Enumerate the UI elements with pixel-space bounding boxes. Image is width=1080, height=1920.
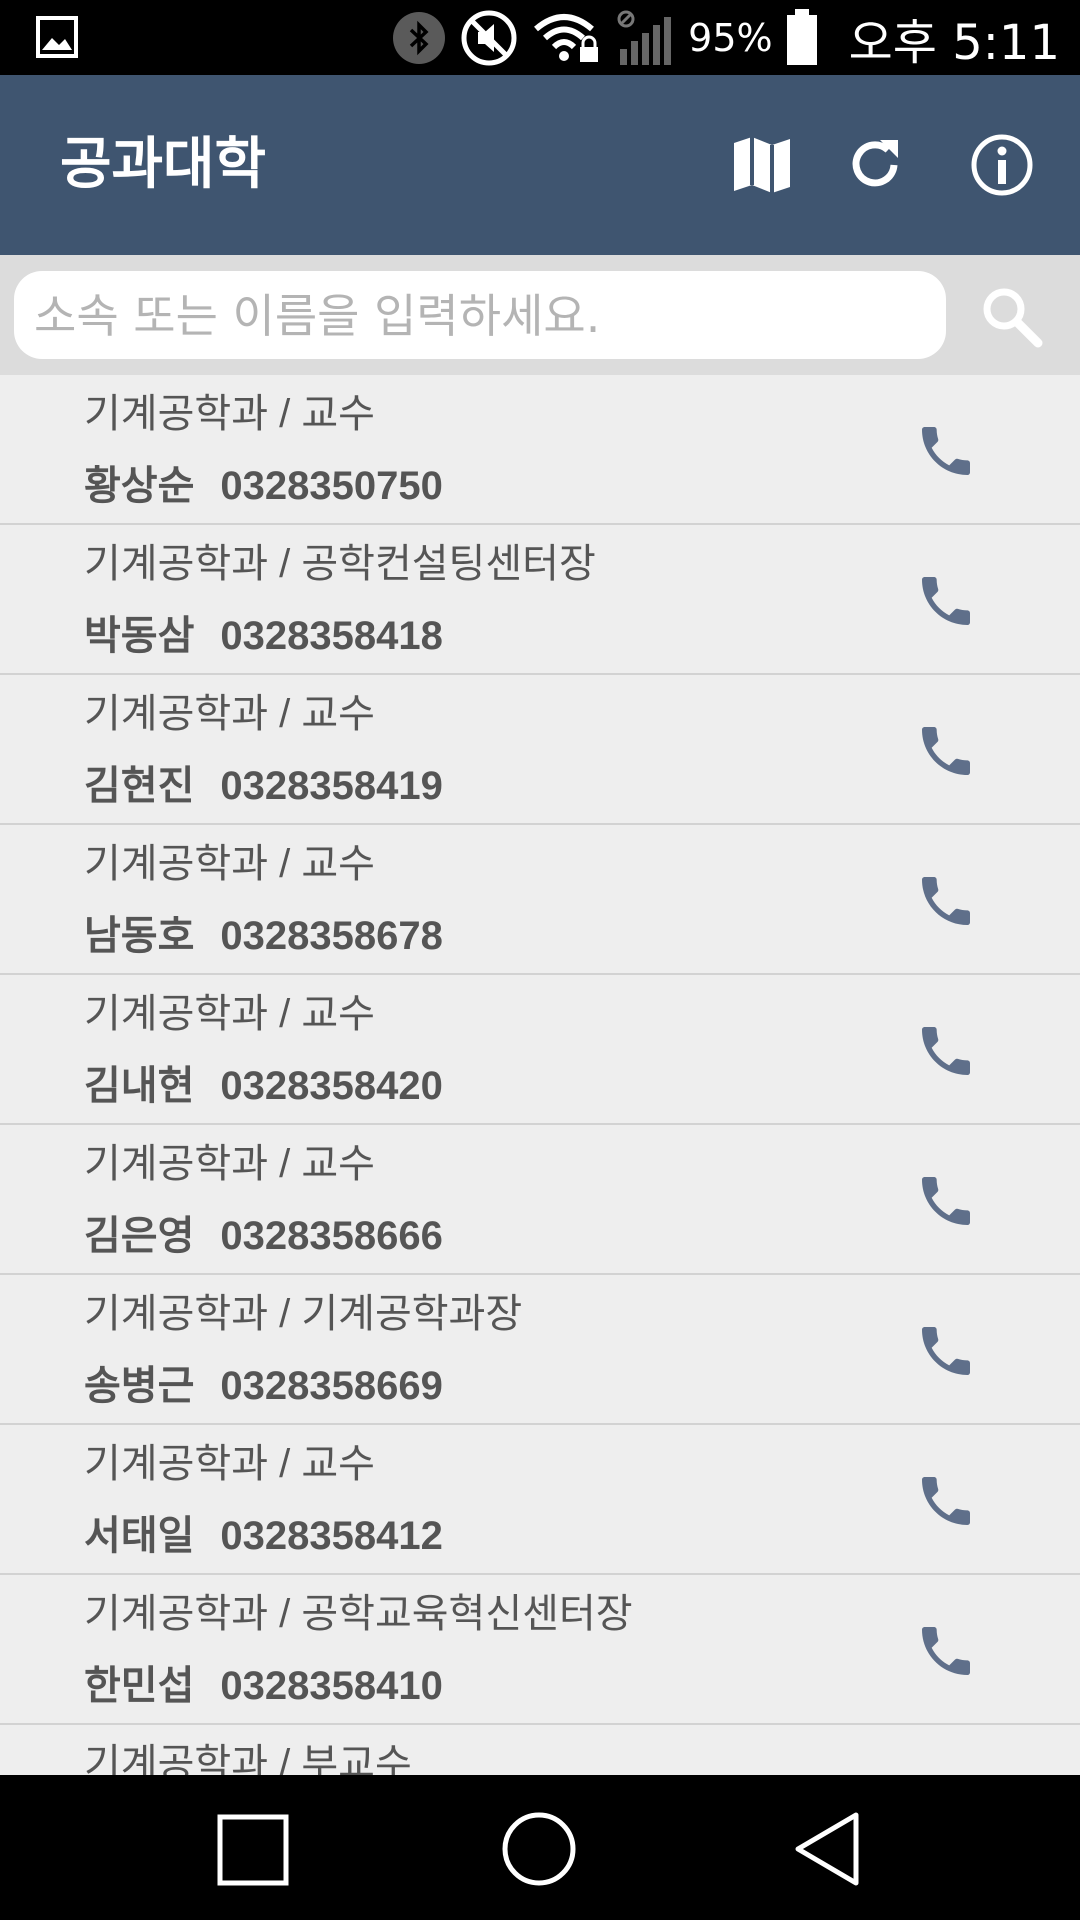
contact-phone: 0328358678 [220, 914, 443, 958]
contact-phone: 0328350750 [220, 464, 443, 508]
contact-info: 황상순 0328350750 [84, 453, 443, 511]
refresh-icon[interactable] [842, 131, 910, 199]
status-clock: 오후 5:11 [848, 14, 1060, 71]
signal-icon [617, 10, 672, 65]
navigation-bar [0, 1775, 1080, 1920]
contact-row[interactable]: 기계공학과 / 기계공학과장송병근 0328358669 [0, 1275, 1080, 1425]
phone-icon[interactable] [914, 1619, 978, 1683]
contact-info: 남동호 0328358678 [84, 903, 443, 961]
contact-row[interactable]: 기계공학과 / 공학교육혁신센터장한민섭 0328358410 [0, 1575, 1080, 1725]
contact-name: 김현진 [84, 764, 195, 808]
contact-info: 한민섭 0328358410 [84, 1653, 443, 1711]
battery-percent: 95% [688, 15, 773, 60]
contact-phone: 0328358418 [220, 614, 443, 658]
contact-dept: 기계공학과 / 교수 [84, 692, 375, 736]
contact-row[interactable]: 기계공학과 / 공학컨설팅센터장박동삼 0328358418 [0, 525, 1080, 675]
recent-apps-icon[interactable] [214, 1809, 294, 1889]
page-title: 공과대학 [60, 132, 267, 197]
contact-name: 김내현 [84, 1064, 195, 1108]
contact-phone: 0328358669 [220, 1364, 443, 1408]
contact-name: 한민섭 [84, 1664, 195, 1708]
contact-row[interactable]: 기계공학과 / 교수김은영 0328358666 [0, 1125, 1080, 1275]
contact-phone: 0328358419 [220, 764, 443, 808]
contact-row[interactable]: 기계공학과 / 교수김내현 0328358420 [0, 975, 1080, 1125]
phone-icon[interactable] [914, 569, 978, 633]
phone-icon[interactable] [914, 1319, 978, 1383]
contact-row[interactable]: 기계공학과 / 교수김현진 0328358419 [0, 675, 1080, 825]
contact-dept: 기계공학과 / 교수 [84, 392, 375, 436]
search-input[interactable] [32, 271, 916, 361]
contact-phone: 0328358420 [220, 1064, 443, 1108]
status-icons: 95% 오후 5:11 [392, 0, 1060, 75]
contact-info: 박동삼 0328358418 [84, 603, 443, 661]
gallery-icon [36, 16, 78, 58]
contact-info: 송병근 0328358669 [84, 1353, 443, 1411]
contact-row[interactable]: 기계공학과 / 부교수 [0, 1725, 1080, 1775]
search-icon[interactable] [980, 285, 1044, 349]
back-icon[interactable] [790, 1809, 870, 1889]
contact-name: 황상순 [84, 464, 195, 508]
home-icon[interactable] [500, 1809, 580, 1889]
bluetooth-icon [393, 11, 446, 64]
phone-icon[interactable] [914, 1469, 978, 1533]
contact-phone: 0328358412 [220, 1514, 443, 1558]
contact-name: 송병근 [84, 1364, 195, 1408]
status-bar: 95% 오후 5:11 [0, 0, 1080, 75]
search-bar [0, 255, 1080, 375]
phone-icon[interactable] [914, 719, 978, 783]
phone-icon[interactable] [914, 1019, 978, 1083]
contact-row[interactable]: 기계공학과 / 교수서태일 0328358412 [0, 1425, 1080, 1575]
contact-name: 박동삼 [84, 614, 195, 658]
wifi-lock-icon [534, 13, 599, 62]
contact-dept: 기계공학과 / 교수 [84, 992, 375, 1036]
contact-phone: 0328358666 [220, 1214, 443, 1258]
contact-dept: 기계공학과 / 교수 [84, 1442, 375, 1486]
contact-row[interactable]: 기계공학과 / 교수남동호 0328358678 [0, 825, 1080, 975]
contact-list: 기계공학과 / 교수 황상순 0328350750 기계공학과 / 공학컨설팅센터장 박… [0, 375, 1080, 1775]
contact-phone: 0328358410 [220, 1664, 443, 1708]
contact-info: 김현진 0328358419 [84, 753, 443, 811]
map-icon[interactable] [728, 131, 796, 199]
contact-info: 서태일 0328358412 [84, 1503, 443, 1561]
phone-icon[interactable] [914, 869, 978, 933]
info-icon[interactable] [968, 131, 1036, 199]
contact-dept: 기계공학과 / 기계공학과장 [84, 1292, 523, 1336]
phone-icon[interactable] [914, 419, 978, 483]
contact-dept: 기계공학과 / 부교수 [84, 1742, 412, 1775]
search-box [14, 271, 946, 361]
contact-name: 남동호 [84, 914, 195, 958]
contact-dept: 기계공학과 / 공학교육혁신센터장 [84, 1592, 633, 1636]
mute-icon [461, 10, 517, 65]
contact-dept: 기계공학과 / 교수 [84, 1142, 375, 1186]
contact-dept: 기계공학과 / 공학컨설팅센터장 [84, 542, 596, 586]
phone-icon[interactable] [914, 1169, 978, 1233]
contact-info: 김내현 0328358420 [84, 1053, 443, 1111]
contact-name: 김은영 [84, 1214, 195, 1258]
contact-name: 서태일 [84, 1514, 195, 1558]
contact-info: 김은영 0328358666 [84, 1203, 443, 1261]
contact-row[interactable]: 기계공학과 / 교수황상순 0328350750 [0, 375, 1080, 525]
battery-icon [786, 8, 817, 65]
app-bar: 공과대학 [0, 75, 1080, 255]
contact-dept: 기계공학과 / 교수 [84, 842, 375, 886]
